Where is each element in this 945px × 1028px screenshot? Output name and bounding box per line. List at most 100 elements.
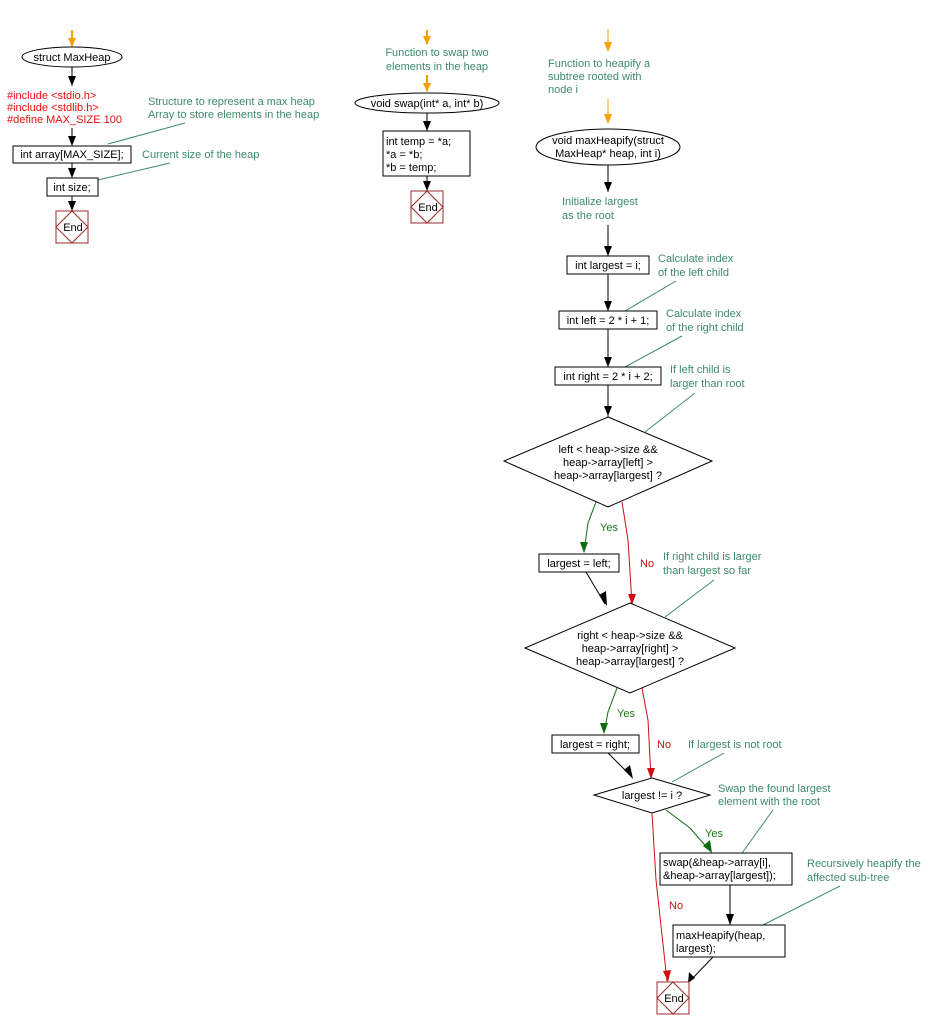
- array-decl-label: int array[MAX_SIZE];: [20, 149, 123, 161]
- comment-line: affected sub-tree: [807, 872, 889, 884]
- struct-flow: struct MaxHeap #include <stdio.h> #inclu…: [7, 30, 319, 244]
- flow-arrow: [585, 571, 607, 606]
- no-branch-2: No: [641, 687, 671, 779]
- yes-label: Yes: [705, 828, 723, 840]
- size-decl-process[interactable]: int size;: [46, 177, 99, 197]
- struct-end-terminal[interactable]: End: [55, 210, 89, 244]
- comment-line: of the left child: [658, 267, 729, 279]
- comment-struct: Structure to represent a max heap Array …: [107, 96, 319, 145]
- assign-left-label: largest = left;: [547, 558, 610, 570]
- comment-line: of the right child: [666, 322, 744, 334]
- comment-line: If left child is: [670, 364, 731, 376]
- heapify-start-label: void maxHeapify(struct: [552, 135, 664, 147]
- comment-line: Initialize largest: [562, 196, 638, 208]
- include-stdio: #include <stdio.h>: [7, 90, 96, 102]
- comment-line: elements in the heap: [386, 61, 488, 73]
- struct-start-label: struct MaxHeap: [33, 52, 110, 64]
- flow-arrow: [607, 752, 633, 779]
- comment-line: element with the root: [718, 796, 820, 808]
- heapify-start-terminal[interactable]: void maxHeapify(struct MaxHeap* heap, in…: [535, 128, 681, 166]
- flow-arrow: [68, 67, 76, 86]
- yes-branch-2: Yes: [600, 687, 635, 734]
- swap-start-terminal[interactable]: void swap(int* a, int* b): [354, 92, 500, 114]
- array-decl-process[interactable]: int array[MAX_SIZE];: [12, 145, 132, 164]
- comment-swap-largest: Swap the found largest element with the …: [718, 783, 831, 854]
- condition-line: heap->array[largest] ?: [554, 470, 662, 482]
- comment-line: Calculate index: [666, 308, 742, 320]
- comment-line: If right child is larger: [663, 551, 762, 563]
- define-max-size: #define MAX_SIZE 100: [7, 114, 122, 126]
- code-line: int temp = *a;: [386, 136, 451, 148]
- code-line: *a = *b;: [386, 149, 422, 161]
- comment-line: node i: [548, 84, 578, 96]
- code-line: *b = temp;: [386, 162, 436, 174]
- comment-line: Function to heapify a: [548, 58, 651, 70]
- end-label: End: [63, 222, 83, 234]
- flow-arrow: [688, 956, 714, 983]
- comment-line: larger than root: [670, 378, 745, 390]
- swap-start-label: void swap(int* a, int* b): [371, 98, 484, 110]
- condition-line: heap->array[left] >: [563, 457, 653, 469]
- comment-line: Function to swap two: [385, 47, 488, 59]
- end-label: End: [664, 993, 684, 1005]
- yes-label: Yes: [600, 522, 618, 534]
- struct-start-terminal[interactable]: struct MaxHeap: [21, 46, 123, 68]
- include-stdlib: #include <stdlib.h>: [7, 102, 99, 114]
- code-line: swap(&heap->array[i],: [663, 857, 771, 869]
- comment-swap: Function to swap two elements in the hea…: [385, 47, 488, 73]
- comment-line: Swap the found largest: [718, 783, 831, 795]
- swap-body-process[interactable]: int temp = *a; *a = *b; *b = temp;: [382, 130, 471, 177]
- comment-line: Recursively heapify the: [807, 858, 921, 870]
- heapify-flow: Function to heapify a subtree rooted wit…: [502, 29, 921, 1015]
- start-arrow: [604, 99, 612, 124]
- end-label: End: [418, 202, 438, 214]
- right-decl-process[interactable]: int right = 2 * i + 2;: [554, 366, 662, 386]
- no-branch-1: No: [621, 501, 654, 605]
- start-arrow: [68, 30, 76, 47]
- heapify-start-label: MaxHeap* heap, int i): [555, 148, 661, 160]
- assign-left-process[interactable]: largest = left;: [538, 553, 620, 573]
- comment-line: as the root: [562, 210, 614, 222]
- comment-line: subtree rooted with: [548, 71, 642, 83]
- flow-arrow: [604, 329, 612, 367]
- right-condition-decision[interactable]: right < heap->size && heap->array[right]…: [523, 602, 737, 694]
- recurse-call-process[interactable]: maxHeapify(heap, largest);: [672, 924, 786, 958]
- no-label: No: [657, 739, 671, 751]
- comment-heapify-func: Function to heapify a subtree rooted wit…: [548, 58, 651, 96]
- flow-arrow: [68, 128, 76, 146]
- no-label: No: [640, 558, 654, 570]
- flowchart-canvas: struct MaxHeap #include <stdio.h> #inclu…: [7, 29, 921, 1015]
- comment-not-root: If largest is not root: [671, 739, 782, 783]
- flow-arrow: [604, 225, 612, 256]
- condition-line: heap->array[largest] ?: [576, 656, 684, 668]
- start-arrow: [423, 75, 431, 92]
- flow-arrow: [726, 885, 734, 925]
- comment-line: Structure to represent a max heap: [148, 96, 315, 108]
- swap-end-terminal[interactable]: End: [410, 190, 444, 224]
- assign-right-process[interactable]: largest = right;: [551, 734, 640, 754]
- right-decl-label: int right = 2 * i + 2;: [563, 371, 652, 383]
- yes-branch-3: Yes: [665, 809, 723, 853]
- start-arrow: [423, 30, 431, 45]
- left-condition-decision[interactable]: left < heap->size && heap->array[left] >…: [502, 416, 714, 508]
- swap-call-process[interactable]: swap(&heap->array[i], &heap->array[large…: [659, 852, 793, 886]
- flow-arrow: [604, 385, 612, 418]
- flow-arrow: [423, 176, 431, 191]
- comment-init: Initialize largest as the root: [562, 196, 638, 222]
- largest-decl-process[interactable]: int largest = i;: [566, 255, 650, 275]
- left-decl-label: int left = 2 * i + 1;: [567, 315, 650, 327]
- largest-decl-label: int largest = i;: [575, 260, 641, 272]
- left-decl-process[interactable]: int left = 2 * i + 1;: [558, 310, 658, 330]
- condition-line: right < heap->size &&: [577, 630, 683, 642]
- flow-arrow: [68, 163, 76, 178]
- condition-line: heap->array[right] >: [582, 643, 679, 655]
- heapify-end-terminal[interactable]: End: [656, 981, 690, 1015]
- preprocessor-directives: #include <stdio.h> #include <stdlib.h> #…: [7, 90, 122, 126]
- root-condition-decision[interactable]: largest != i ?: [592, 777, 712, 814]
- swap-flow: Function to swap two elements in the hea…: [354, 30, 500, 224]
- flow-arrow: [604, 274, 612, 311]
- flow-arrow: [604, 165, 612, 192]
- start-arrow: [604, 29, 612, 52]
- comment-right-check: If right child is larger than largest so…: [663, 551, 762, 618]
- flow-arrow: [68, 196, 76, 211]
